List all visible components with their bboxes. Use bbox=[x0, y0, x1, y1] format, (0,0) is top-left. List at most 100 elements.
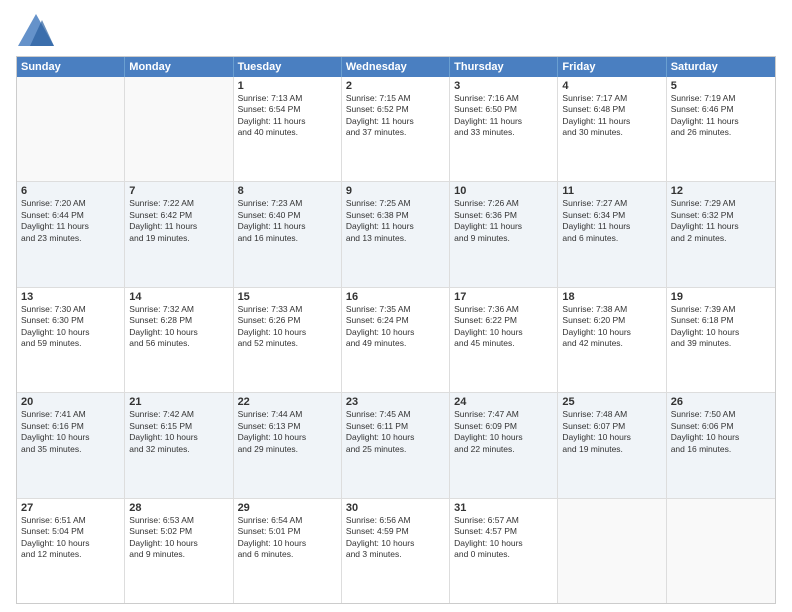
calendar-cell: 2Sunrise: 7:15 AMSunset: 6:52 PMDaylight… bbox=[342, 77, 450, 181]
calendar-cell: 7Sunrise: 7:22 AMSunset: 6:42 PMDaylight… bbox=[125, 182, 233, 286]
cell-info: Sunrise: 7:39 AMSunset: 6:18 PMDaylight:… bbox=[671, 304, 771, 350]
day-number: 5 bbox=[671, 80, 771, 92]
logo-icon bbox=[16, 12, 56, 50]
calendar-cell: 15Sunrise: 7:33 AMSunset: 6:26 PMDayligh… bbox=[234, 288, 342, 392]
cell-info: Sunrise: 6:54 AMSunset: 5:01 PMDaylight:… bbox=[238, 515, 337, 561]
cell-info: Sunrise: 7:25 AMSunset: 6:38 PMDaylight:… bbox=[346, 198, 445, 244]
day-number: 2 bbox=[346, 80, 445, 92]
day-number: 26 bbox=[671, 396, 771, 408]
cell-info: Sunrise: 7:38 AMSunset: 6:20 PMDaylight:… bbox=[562, 304, 661, 350]
calendar-cell: 17Sunrise: 7:36 AMSunset: 6:22 PMDayligh… bbox=[450, 288, 558, 392]
day-number: 28 bbox=[129, 502, 228, 514]
weekday-header: Tuesday bbox=[234, 57, 342, 77]
day-number: 7 bbox=[129, 185, 228, 197]
header bbox=[16, 12, 776, 50]
cell-info: Sunrise: 7:41 AMSunset: 6:16 PMDaylight:… bbox=[21, 409, 120, 455]
day-number: 22 bbox=[238, 396, 337, 408]
calendar: SundayMondayTuesdayWednesdayThursdayFrid… bbox=[16, 56, 776, 604]
calendar-cell: 1Sunrise: 7:13 AMSunset: 6:54 PMDaylight… bbox=[234, 77, 342, 181]
cell-info: Sunrise: 7:45 AMSunset: 6:11 PMDaylight:… bbox=[346, 409, 445, 455]
day-number: 27 bbox=[21, 502, 120, 514]
day-number: 18 bbox=[562, 291, 661, 303]
cell-info: Sunrise: 6:56 AMSunset: 4:59 PMDaylight:… bbox=[346, 515, 445, 561]
calendar-cell: 27Sunrise: 6:51 AMSunset: 5:04 PMDayligh… bbox=[17, 499, 125, 603]
day-number: 9 bbox=[346, 185, 445, 197]
cell-info: Sunrise: 7:19 AMSunset: 6:46 PMDaylight:… bbox=[671, 93, 771, 139]
calendar-body: 1Sunrise: 7:13 AMSunset: 6:54 PMDaylight… bbox=[17, 77, 775, 603]
calendar-cell: 4Sunrise: 7:17 AMSunset: 6:48 PMDaylight… bbox=[558, 77, 666, 181]
weekday-header: Monday bbox=[125, 57, 233, 77]
day-number: 20 bbox=[21, 396, 120, 408]
calendar-cell: 19Sunrise: 7:39 AMSunset: 6:18 PMDayligh… bbox=[667, 288, 775, 392]
calendar-cell: 28Sunrise: 6:53 AMSunset: 5:02 PMDayligh… bbox=[125, 499, 233, 603]
day-number: 30 bbox=[346, 502, 445, 514]
day-number: 8 bbox=[238, 185, 337, 197]
day-number: 14 bbox=[129, 291, 228, 303]
day-number: 1 bbox=[238, 80, 337, 92]
cell-info: Sunrise: 7:48 AMSunset: 6:07 PMDaylight:… bbox=[562, 409, 661, 455]
calendar-cell: 3Sunrise: 7:16 AMSunset: 6:50 PMDaylight… bbox=[450, 77, 558, 181]
day-number: 12 bbox=[671, 185, 771, 197]
day-number: 25 bbox=[562, 396, 661, 408]
calendar-cell: 13Sunrise: 7:30 AMSunset: 6:30 PMDayligh… bbox=[17, 288, 125, 392]
cell-info: Sunrise: 7:42 AMSunset: 6:15 PMDaylight:… bbox=[129, 409, 228, 455]
calendar-cell: 11Sunrise: 7:27 AMSunset: 6:34 PMDayligh… bbox=[558, 182, 666, 286]
cell-info: Sunrise: 7:23 AMSunset: 6:40 PMDaylight:… bbox=[238, 198, 337, 244]
calendar-cell: 29Sunrise: 6:54 AMSunset: 5:01 PMDayligh… bbox=[234, 499, 342, 603]
calendar-row: 20Sunrise: 7:41 AMSunset: 6:16 PMDayligh… bbox=[17, 393, 775, 498]
calendar-cell: 30Sunrise: 6:56 AMSunset: 4:59 PMDayligh… bbox=[342, 499, 450, 603]
cell-info: Sunrise: 7:30 AMSunset: 6:30 PMDaylight:… bbox=[21, 304, 120, 350]
weekday-header: Saturday bbox=[667, 57, 775, 77]
calendar-cell bbox=[125, 77, 233, 181]
cell-info: Sunrise: 7:15 AMSunset: 6:52 PMDaylight:… bbox=[346, 93, 445, 139]
day-number: 24 bbox=[454, 396, 553, 408]
calendar-cell bbox=[667, 499, 775, 603]
cell-info: Sunrise: 7:16 AMSunset: 6:50 PMDaylight:… bbox=[454, 93, 553, 139]
cell-info: Sunrise: 6:51 AMSunset: 5:04 PMDaylight:… bbox=[21, 515, 120, 561]
weekday-header: Sunday bbox=[17, 57, 125, 77]
day-number: 16 bbox=[346, 291, 445, 303]
calendar-cell: 10Sunrise: 7:26 AMSunset: 6:36 PMDayligh… bbox=[450, 182, 558, 286]
calendar-cell: 8Sunrise: 7:23 AMSunset: 6:40 PMDaylight… bbox=[234, 182, 342, 286]
weekday-header: Wednesday bbox=[342, 57, 450, 77]
logo bbox=[16, 12, 60, 50]
day-number: 29 bbox=[238, 502, 337, 514]
day-number: 31 bbox=[454, 502, 553, 514]
calendar-row: 27Sunrise: 6:51 AMSunset: 5:04 PMDayligh… bbox=[17, 499, 775, 603]
day-number: 21 bbox=[129, 396, 228, 408]
cell-info: Sunrise: 6:53 AMSunset: 5:02 PMDaylight:… bbox=[129, 515, 228, 561]
cell-info: Sunrise: 7:32 AMSunset: 6:28 PMDaylight:… bbox=[129, 304, 228, 350]
day-number: 11 bbox=[562, 185, 661, 197]
cell-info: Sunrise: 7:36 AMSunset: 6:22 PMDaylight:… bbox=[454, 304, 553, 350]
calendar-cell: 25Sunrise: 7:48 AMSunset: 6:07 PMDayligh… bbox=[558, 393, 666, 497]
day-number: 6 bbox=[21, 185, 120, 197]
calendar-cell: 22Sunrise: 7:44 AMSunset: 6:13 PMDayligh… bbox=[234, 393, 342, 497]
cell-info: Sunrise: 7:29 AMSunset: 6:32 PMDaylight:… bbox=[671, 198, 771, 244]
calendar-cell: 18Sunrise: 7:38 AMSunset: 6:20 PMDayligh… bbox=[558, 288, 666, 392]
calendar-cell: 6Sunrise: 7:20 AMSunset: 6:44 PMDaylight… bbox=[17, 182, 125, 286]
calendar-cell bbox=[558, 499, 666, 603]
calendar-cell: 21Sunrise: 7:42 AMSunset: 6:15 PMDayligh… bbox=[125, 393, 233, 497]
calendar-cell: 9Sunrise: 7:25 AMSunset: 6:38 PMDaylight… bbox=[342, 182, 450, 286]
calendar-header: SundayMondayTuesdayWednesdayThursdayFrid… bbox=[17, 57, 775, 77]
day-number: 13 bbox=[21, 291, 120, 303]
cell-info: Sunrise: 7:35 AMSunset: 6:24 PMDaylight:… bbox=[346, 304, 445, 350]
cell-info: Sunrise: 7:17 AMSunset: 6:48 PMDaylight:… bbox=[562, 93, 661, 139]
calendar-row: 1Sunrise: 7:13 AMSunset: 6:54 PMDaylight… bbox=[17, 77, 775, 182]
cell-info: Sunrise: 7:22 AMSunset: 6:42 PMDaylight:… bbox=[129, 198, 228, 244]
day-number: 3 bbox=[454, 80, 553, 92]
cell-info: Sunrise: 7:47 AMSunset: 6:09 PMDaylight:… bbox=[454, 409, 553, 455]
calendar-cell: 12Sunrise: 7:29 AMSunset: 6:32 PMDayligh… bbox=[667, 182, 775, 286]
cell-info: Sunrise: 7:50 AMSunset: 6:06 PMDaylight:… bbox=[671, 409, 771, 455]
cell-info: Sunrise: 7:44 AMSunset: 6:13 PMDaylight:… bbox=[238, 409, 337, 455]
calendar-row: 13Sunrise: 7:30 AMSunset: 6:30 PMDayligh… bbox=[17, 288, 775, 393]
day-number: 19 bbox=[671, 291, 771, 303]
day-number: 17 bbox=[454, 291, 553, 303]
day-number: 23 bbox=[346, 396, 445, 408]
page: SundayMondayTuesdayWednesdayThursdayFrid… bbox=[0, 0, 792, 612]
calendar-cell: 23Sunrise: 7:45 AMSunset: 6:11 PMDayligh… bbox=[342, 393, 450, 497]
calendar-cell: 31Sunrise: 6:57 AMSunset: 4:57 PMDayligh… bbox=[450, 499, 558, 603]
calendar-cell bbox=[17, 77, 125, 181]
weekday-header: Thursday bbox=[450, 57, 558, 77]
calendar-cell: 16Sunrise: 7:35 AMSunset: 6:24 PMDayligh… bbox=[342, 288, 450, 392]
